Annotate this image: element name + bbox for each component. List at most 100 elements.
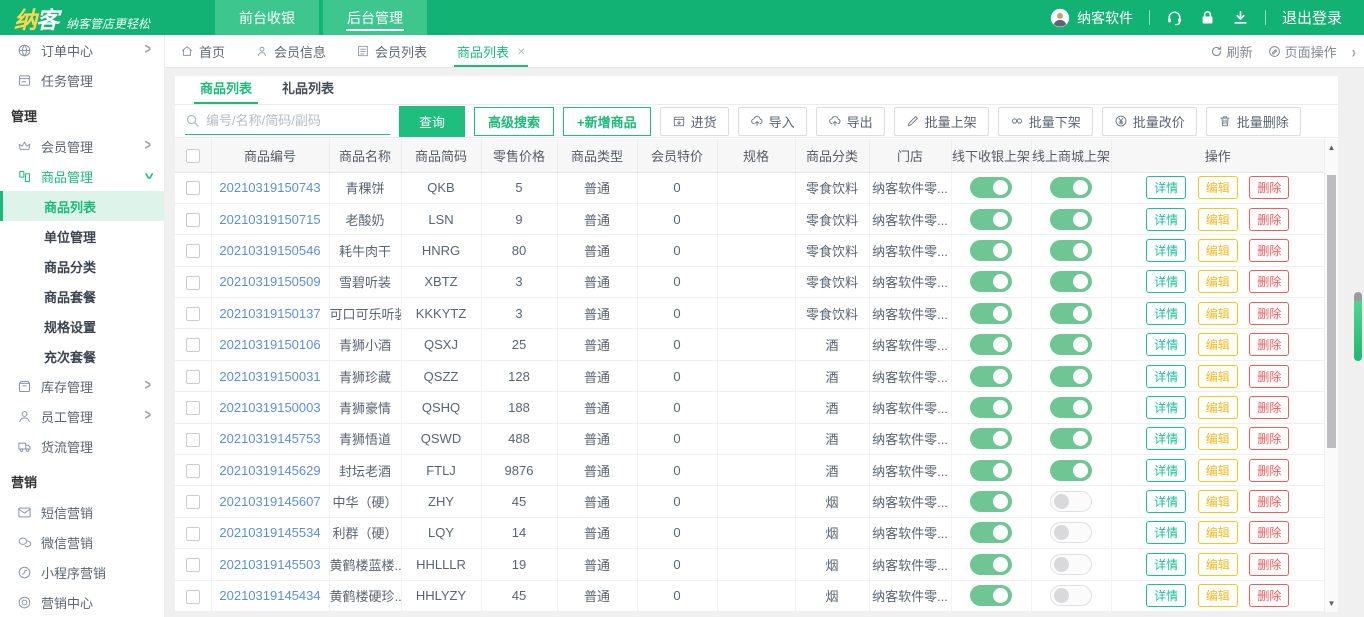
offline-shelf-toggle[interactable] xyxy=(970,491,1012,513)
delete-button[interactable]: 删除 xyxy=(1249,207,1290,231)
edit-button[interactable]: 编辑 xyxy=(1197,490,1238,514)
batch-onshelf-button[interactable]: 批量上架 xyxy=(893,106,989,136)
row-checkbox[interactable] xyxy=(185,495,200,510)
online-mall-toggle[interactable] xyxy=(1050,239,1092,261)
offline-shelf-toggle[interactable] xyxy=(970,585,1012,607)
sidebar-item-order-center[interactable]: 订单中心 > xyxy=(0,35,164,65)
detail-button[interactable]: 详情 xyxy=(1146,552,1187,576)
product-id-link[interactable]: 20210319150003 xyxy=(219,400,320,415)
product-id-link[interactable]: 20210319150743 xyxy=(219,180,320,195)
delete-button[interactable]: 删除 xyxy=(1249,301,1290,325)
sidebar-item-product-package[interactable]: 商品套餐 xyxy=(0,281,164,311)
edit-button[interactable]: 编辑 xyxy=(1197,521,1238,545)
import-button[interactable]: 导入 xyxy=(737,106,807,136)
online-mall-toggle[interactable] xyxy=(1050,208,1092,230)
product-id-link[interactable]: 20210319145753 xyxy=(219,431,320,446)
online-mall-toggle[interactable] xyxy=(1050,177,1092,199)
edit-button[interactable]: 编辑 xyxy=(1197,458,1238,482)
row-checkbox[interactable] xyxy=(185,338,200,353)
online-mall-toggle[interactable] xyxy=(1050,396,1092,418)
edit-button[interactable]: 编辑 xyxy=(1197,584,1238,608)
sidebar-item-task-management[interactable]: 任务管理 xyxy=(0,65,164,95)
detail-button[interactable]: 详情 xyxy=(1146,333,1187,357)
offline-shelf-toggle[interactable] xyxy=(970,177,1012,199)
delete-button[interactable]: 删除 xyxy=(1249,238,1290,262)
tab-member-info[interactable]: 会员信息 xyxy=(240,35,341,67)
delete-button[interactable]: 删除 xyxy=(1249,584,1290,608)
delete-button[interactable]: 删除 xyxy=(1249,176,1290,200)
select-all-checkbox[interactable] xyxy=(185,149,200,164)
sidebar-item-member-management[interactable]: 会员管理 > xyxy=(0,131,164,161)
page-operations-button[interactable]: 页面操作 xyxy=(1268,42,1337,61)
sidebar-item-miniapp-marketing[interactable]: 小程序营销 xyxy=(0,557,164,587)
export-button[interactable]: 导出 xyxy=(815,106,885,136)
product-id-link[interactable]: 20210319150106 xyxy=(219,337,320,352)
detail-button[interactable]: 详情 xyxy=(1146,364,1187,388)
row-checkbox[interactable] xyxy=(185,589,200,604)
row-checkbox[interactable] xyxy=(185,401,200,416)
advanced-search-button[interactable]: 高级搜索 xyxy=(474,106,555,136)
edit-button[interactable]: 编辑 xyxy=(1197,270,1238,294)
scroll-down-icon[interactable]: ▼ xyxy=(1325,599,1338,608)
online-mall-toggle[interactable] xyxy=(1050,365,1092,387)
delete-button[interactable]: 删除 xyxy=(1249,427,1290,451)
offline-shelf-toggle[interactable] xyxy=(970,459,1012,481)
tabs-scroll-right-icon[interactable]: › xyxy=(1352,41,1356,61)
user-menu[interactable]: 纳客软件 xyxy=(1050,8,1133,28)
delete-button[interactable]: 删除 xyxy=(1249,490,1290,514)
row-checkbox[interactable] xyxy=(185,558,200,573)
sidebar-item-product-management[interactable]: 商品管理 > xyxy=(0,161,164,191)
query-button[interactable]: 查询 xyxy=(399,105,466,137)
batch-delete-button[interactable]: 批量删除 xyxy=(1205,106,1301,136)
sidebar-item-logistics-management[interactable]: 货流管理 xyxy=(0,431,164,461)
product-id-link[interactable]: 20210319145434 xyxy=(219,588,320,603)
online-mall-toggle[interactable] xyxy=(1050,334,1092,356)
row-checkbox[interactable] xyxy=(185,212,200,227)
topnav-backend-admin[interactable]: 后台管理 xyxy=(323,0,427,35)
edit-button[interactable]: 编辑 xyxy=(1197,364,1238,388)
sidebar-item-inventory-management[interactable]: 库存管理 > xyxy=(0,371,164,401)
search-input[interactable] xyxy=(206,113,371,128)
close-tab-icon[interactable]: × xyxy=(517,43,525,59)
delete-button[interactable]: 删除 xyxy=(1249,395,1290,419)
download-icon[interactable] xyxy=(1232,9,1249,26)
product-id-link[interactable]: 20210319145607 xyxy=(219,494,320,509)
ptab-product-list[interactable]: 商品列表 xyxy=(185,78,267,104)
product-id-link[interactable]: 20210319150137 xyxy=(219,306,320,321)
row-checkbox[interactable] xyxy=(185,526,200,541)
product-id-link[interactable]: 20210319145503 xyxy=(219,557,320,572)
row-checkbox[interactable] xyxy=(185,244,200,259)
row-checkbox[interactable] xyxy=(185,432,200,447)
stock-in-button[interactable]: 进货 xyxy=(659,106,729,136)
delete-button[interactable]: 删除 xyxy=(1249,521,1290,545)
offline-shelf-toggle[interactable] xyxy=(970,271,1012,293)
refresh-button[interactable]: 刷新 xyxy=(1210,42,1253,61)
detail-button[interactable]: 详情 xyxy=(1146,458,1187,482)
detail-button[interactable]: 详情 xyxy=(1146,395,1187,419)
offline-shelf-toggle[interactable] xyxy=(970,396,1012,418)
detail-button[interactable]: 详情 xyxy=(1146,427,1187,451)
product-id-link[interactable]: 20210319150509 xyxy=(219,274,320,289)
detail-button[interactable]: 详情 xyxy=(1146,301,1187,325)
sidebar-item-spec-settings[interactable]: 规格设置 xyxy=(0,311,164,341)
online-mall-toggle[interactable] xyxy=(1050,522,1092,544)
add-product-button[interactable]: +新增商品 xyxy=(563,106,651,136)
edit-button[interactable]: 编辑 xyxy=(1197,552,1238,576)
sidebar-item-staff-management[interactable]: 员工管理 > xyxy=(0,401,164,431)
online-mall-toggle[interactable] xyxy=(1050,459,1092,481)
sidebar-item-marketing-center[interactable]: 营销中心 xyxy=(0,587,164,617)
table-scrollbar[interactable]: ▲ ▼ xyxy=(1324,139,1338,612)
offline-shelf-toggle[interactable] xyxy=(970,208,1012,230)
tab-product-list[interactable]: 商品列表 × xyxy=(442,35,540,67)
delete-button[interactable]: 删除 xyxy=(1249,458,1290,482)
row-checkbox[interactable] xyxy=(185,181,200,196)
sidebar-item-product-list[interactable]: 商品列表 xyxy=(0,191,164,221)
table-scrollbar-thumb[interactable] xyxy=(1327,175,1336,448)
product-id-link[interactable]: 20210319150715 xyxy=(219,212,320,227)
edit-button[interactable]: 编辑 xyxy=(1197,176,1238,200)
detail-button[interactable]: 详情 xyxy=(1146,270,1187,294)
customer-service-icon[interactable] xyxy=(1166,9,1183,26)
detail-button[interactable]: 详情 xyxy=(1146,176,1187,200)
online-mall-toggle[interactable] xyxy=(1050,553,1092,575)
online-mall-toggle[interactable] xyxy=(1050,428,1092,450)
